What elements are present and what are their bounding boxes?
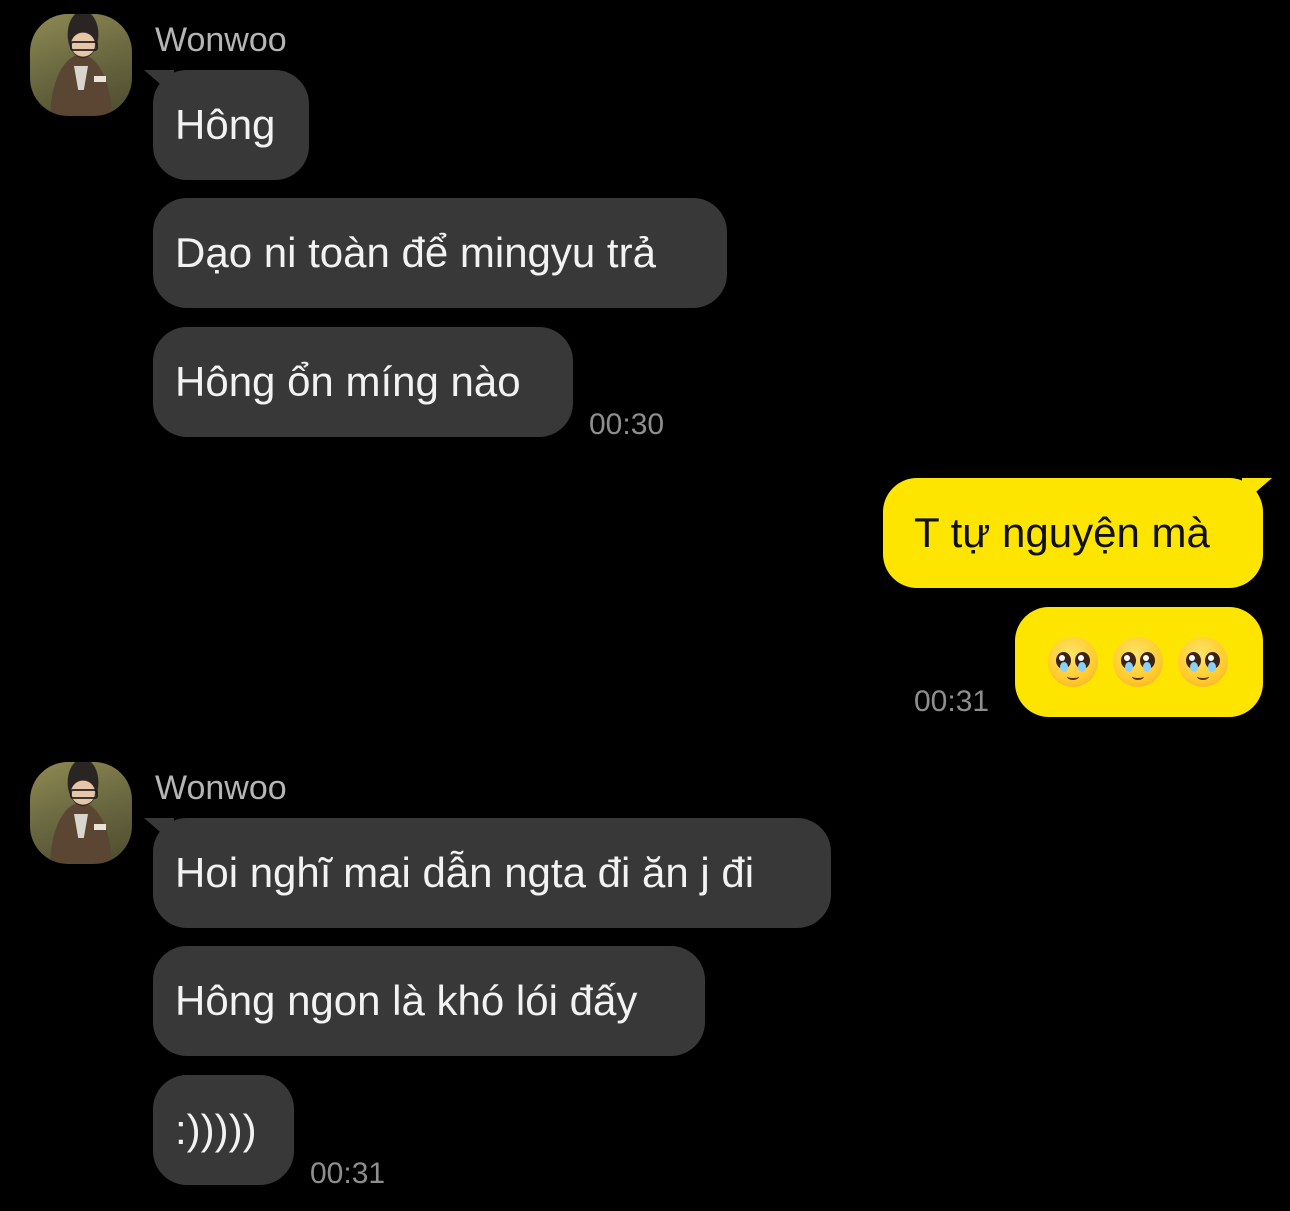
message-bubble[interactable]: Hoi nghĩ mai dẫn ngta đi ăn j đi	[153, 818, 831, 928]
message-timestamp: 00:31	[914, 685, 990, 718]
emoji-tear	[1208, 662, 1216, 672]
emoji-tear	[1125, 662, 1133, 672]
message-bubble[interactable]: Hông ngon là khó lói đấy	[153, 946, 705, 1056]
pleading-face-emoji	[1178, 637, 1228, 687]
avatar-collar	[74, 66, 88, 90]
message-bubble[interactable]: Hông ổn míng nào	[153, 327, 573, 437]
pleading-face-emoji	[1113, 637, 1163, 687]
emoji-mouth	[1132, 673, 1144, 680]
avatar-glasses	[70, 789, 98, 799]
emoji-tear	[1190, 662, 1198, 672]
message-bubble[interactable]: :)))))	[153, 1075, 294, 1185]
emoji-mouth	[1067, 673, 1079, 680]
emoji-tear	[1143, 662, 1151, 672]
avatar-glasses	[70, 41, 98, 51]
emoji-tear	[1078, 662, 1086, 672]
avatar-collar	[74, 814, 88, 838]
emoji-message-bubble[interactable]	[1015, 607, 1263, 717]
sender-name: Wonwoo	[155, 769, 287, 807]
message-bubble[interactable]: Dạo ni toàn để mingyu trả	[153, 198, 727, 308]
sender-name: Wonwoo	[155, 21, 287, 59]
message-timestamp: 00:30	[589, 408, 665, 441]
message-bubble[interactable]: Hông	[153, 70, 309, 180]
avatar-badge	[94, 76, 106, 82]
message-bubble-outgoing[interactable]: T tự nguyện mà	[883, 478, 1263, 588]
pleading-face-emoji	[1048, 637, 1098, 687]
emoji-tear	[1060, 662, 1068, 672]
emoji-mouth	[1197, 673, 1209, 680]
message-timestamp: 00:31	[310, 1157, 386, 1190]
avatar-badge	[94, 824, 106, 830]
contact-avatar[interactable]	[30, 14, 132, 116]
emoji-row	[1048, 607, 1263, 717]
contact-avatar[interactable]	[30, 762, 132, 864]
